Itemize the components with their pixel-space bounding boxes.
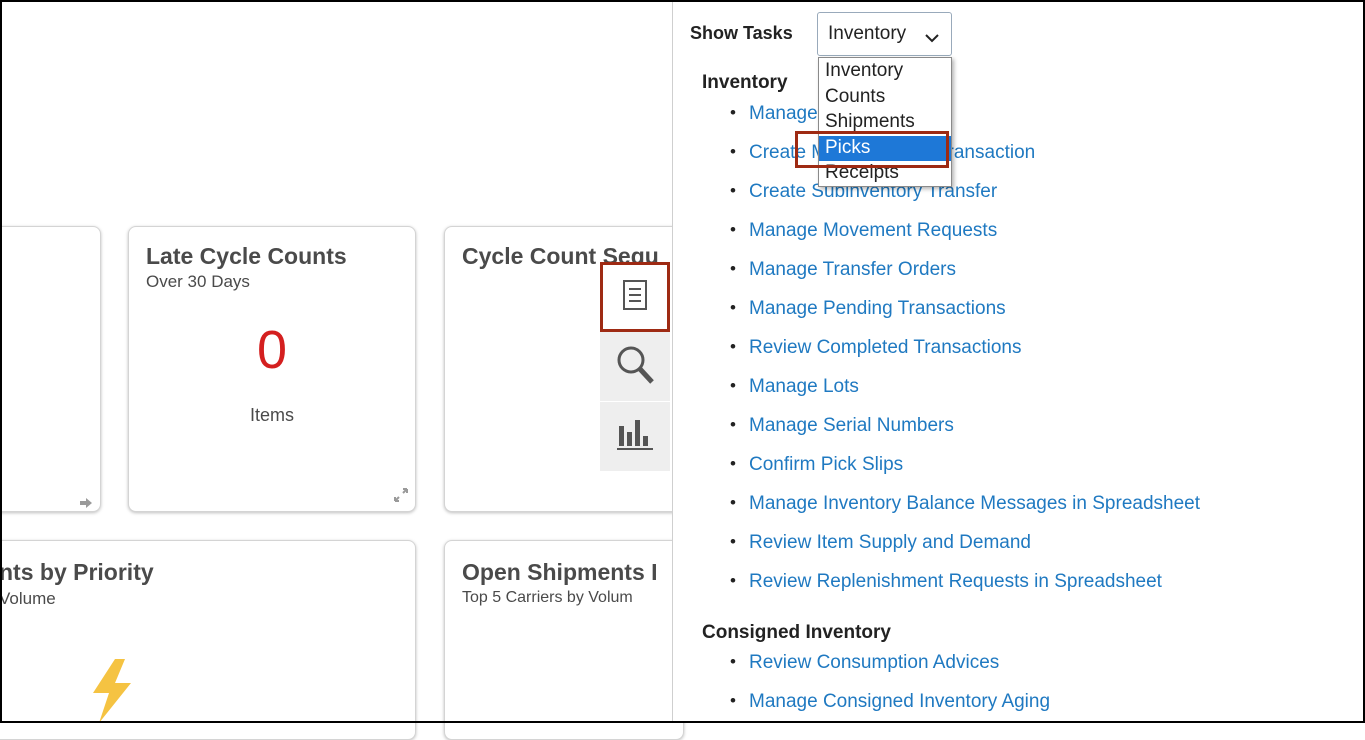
option-receipts[interactable]: Receipts [819, 161, 951, 187]
open-shipments-card[interactable]: Open Shipments I Top 5 Carriers by Volum [444, 540, 684, 740]
task-link[interactable]: Review Item Supply and Demand [749, 532, 1031, 553]
priority-card[interactable]: nts by Priority Volume [0, 540, 416, 740]
list-item: Manage Inventory Balance Messages in Spr… [730, 493, 1200, 532]
list-item: Confirm Pick Slips [730, 454, 1200, 493]
list-item: Manage Transfer Orders [730, 259, 1200, 298]
list-item: Manage Lots [730, 376, 1200, 415]
section-heading-inventory: Inventory [702, 72, 788, 93]
search-icon [615, 344, 655, 389]
task-link[interactable]: Review Completed Transactions [749, 337, 1021, 358]
inventory-task-list: Manage Item Quantities Create Miscellane… [730, 103, 1200, 610]
selected-value: Inventory [828, 23, 907, 44]
task-link[interactable]: Review Replenishment Requests in Spreads… [749, 571, 1162, 592]
search-button[interactable] [600, 332, 670, 402]
list-item: Create Subinventory Transfer [730, 181, 1200, 220]
option-counts[interactable]: Counts [819, 85, 951, 111]
list-item: Review Item Supply and Demand [730, 532, 1200, 571]
list-item: Manage Consigned Inventory Aging [730, 691, 1050, 730]
list-item: Manage Serial Numbers [730, 415, 1200, 454]
list-item: Create Miscellaneous Transaction [730, 142, 1200, 181]
task-link[interactable]: Manage Consigned Inventory Aging [749, 691, 1050, 712]
option-shipments[interactable]: Shipments [819, 110, 951, 136]
partial-card-left[interactable] [0, 226, 101, 512]
arrow-right-icon[interactable] [80, 495, 92, 508]
bar-chart-icon [615, 416, 655, 457]
show-tasks-select[interactable]: Inventory [817, 12, 952, 56]
list-item: Manage Item Quantities [730, 103, 1200, 142]
card-subtitle: Volume [0, 589, 56, 608]
task-link[interactable]: Manage Lots [749, 376, 859, 397]
late-count-value[interactable]: 0 [129, 319, 415, 381]
task-link[interactable]: Review Consumption Advices [749, 652, 999, 673]
list-item: Manage Movement Requests [730, 220, 1200, 259]
expand-icon[interactable] [393, 487, 409, 508]
show-tasks-dropdown: Inventory Counts Shipments Picks Receipt… [818, 57, 952, 187]
task-link[interactable]: Manage Pending Transactions [749, 298, 1006, 319]
list-icon [622, 279, 648, 316]
option-picks[interactable]: Picks [819, 135, 951, 161]
consigned-task-list: Review Consumption Advices Manage Consig… [730, 652, 1050, 730]
card-title: nts by Priority [0, 559, 154, 585]
card-tools [600, 262, 670, 472]
task-link[interactable]: Manage Serial Numbers [749, 415, 954, 436]
chart-button[interactable] [600, 402, 670, 472]
task-link[interactable]: Confirm Pick Slips [749, 454, 903, 475]
task-link[interactable]: Manage Inventory Balance Messages in Spr… [749, 493, 1200, 514]
list-item: Review Completed Transactions [730, 337, 1200, 376]
count-units-label: Items [249, 405, 294, 425]
card-title: Late Cycle Counts [146, 243, 347, 269]
list-item: Review Consumption Advices [730, 652, 1050, 691]
card-subtitle: Top 5 Carriers by Volum [462, 589, 633, 606]
late-cycle-counts-card[interactable]: Late Cycle Counts Over 30 Days 0 Items [128, 226, 416, 512]
list-item: Review Replenishment Requests in Spreads… [730, 571, 1200, 610]
lightning-icon [89, 659, 135, 728]
show-tasks-label: Show Tasks [690, 23, 793, 43]
chevron-down-icon [925, 27, 939, 49]
list-item: Manage Pending Transactions [730, 298, 1200, 337]
card-subtitle: Over 30 Days [146, 272, 250, 291]
card-title: Open Shipments I [462, 559, 658, 585]
list-view-button[interactable] [600, 262, 670, 332]
task-link[interactable]: Manage Transfer Orders [749, 259, 956, 280]
task-link[interactable]: Manage Movement Requests [749, 220, 997, 241]
option-inventory[interactable]: Inventory [819, 59, 951, 85]
section-heading-consigned: Consigned Inventory [702, 622, 891, 643]
